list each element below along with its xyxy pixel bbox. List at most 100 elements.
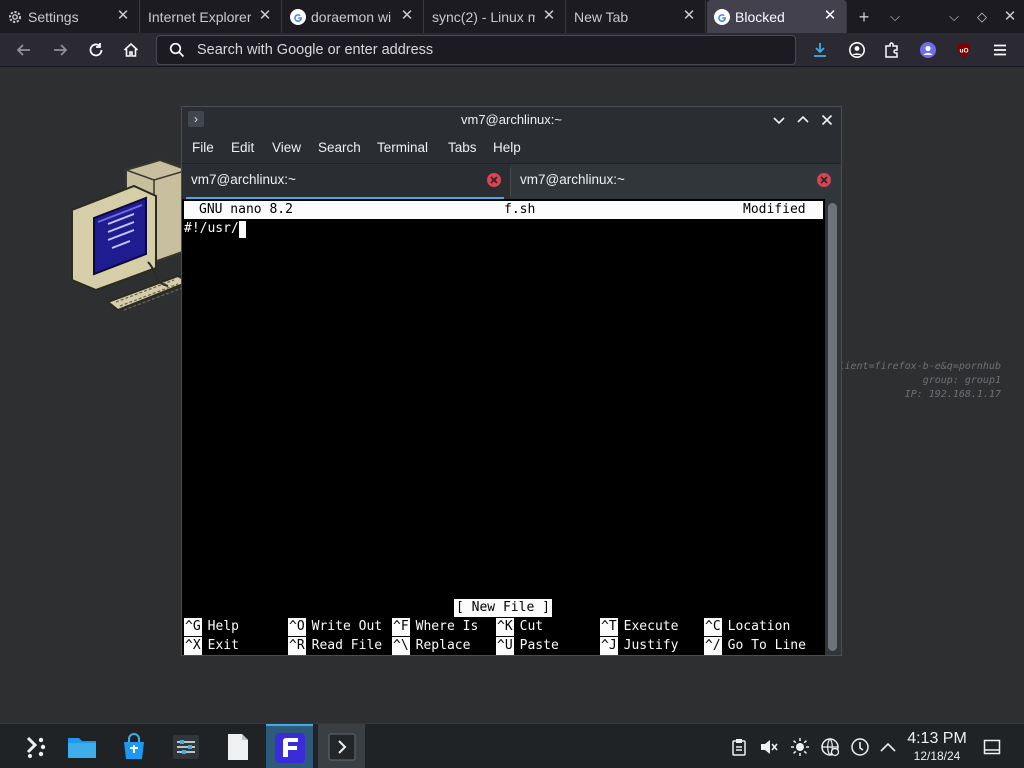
reload-icon[interactable] [84,38,108,62]
menu-terminal[interactable]: Terminal [377,140,428,155]
window-title: vm7@archlinux:~ [461,112,562,127]
profile-extension-icon[interactable] [916,38,940,62]
tab-title: New Tab [574,8,629,25]
tab-title: Blocked [735,8,785,25]
konsole-menubar: File Edit View Search Terminal Tabs Help [182,133,841,163]
firefox-task-icon[interactable] [266,724,313,768]
taskbar: 4:13 PM 12/18/24 [0,723,1024,768]
digital-clock[interactable]: 4:13 PM 12/18/24 [902,730,972,764]
menu-edit[interactable]: Edit [231,140,254,155]
dolphin-folder-icon[interactable] [58,724,105,768]
tray-expand-chevron-icon[interactable] [878,737,898,757]
tab-title: sync(2) - Linux m [432,8,535,25]
extensions-puzzle-icon[interactable] [880,38,904,62]
url-input[interactable] [197,42,777,58]
scrollbar-thumb[interactable] [828,203,837,651]
nano-status-message: [ New File ] [454,599,552,617]
discover-store-icon[interactable] [110,724,157,768]
konsole-tab-2[interactable]: vm7@archlinux:~ [511,164,841,199]
shortcut-location: ^C Location [704,618,791,636]
browser-tab-doraemon[interactable]: doraemon wi ✕ [283,0,424,33]
konsole-tab-bar: vm7@archlinux:~ vm7@archlinux:~ [182,163,841,199]
google-icon [290,8,306,25]
svg-text:uO: uO [959,48,968,55]
close-window-icon[interactable] [817,110,837,130]
browser-nav-bar: uO [0,33,1024,67]
shortcut-justify: ^J Justify [600,637,679,655]
browser-tab-strip: Settings ✕ Internet Explorer ✕ doraemon … [0,0,1024,33]
terminal-scrollbar[interactable] [825,199,841,655]
konsole-window: › vm7@archlinux:~ File Edit View Search … [181,106,842,656]
url-bar[interactable] [156,35,796,65]
app-launcher-icon[interactable] [11,724,58,768]
nano-version: GNU nano 8.2 [199,202,293,217]
menu-help[interactable]: Help [493,140,521,155]
show-desktop-icon[interactable] [982,737,1002,757]
list-tabs-chevron-icon[interactable]: ⌵ [885,7,905,27]
forward-arrow-icon[interactable] [48,38,72,62]
close-tab-icon[interactable]: ✕ [822,8,838,24]
browser-tab-internet-explorer[interactable]: Internet Explorer ✕ [141,0,282,33]
konsole-tab-label: vm7@archlinux:~ [191,172,296,187]
close-tab-icon[interactable]: ✕ [681,8,697,24]
shortcut-exit: ^X Exit [184,637,239,655]
gear-icon [7,9,23,25]
text-editor-icon[interactable] [214,724,261,768]
clipboard-icon[interactable] [729,737,749,757]
new-tab-plus-icon[interactable]: + [854,7,874,27]
shortcut-write-out: ^O Write Out [288,618,383,636]
network-icon[interactable] [820,737,840,757]
browser-tab-blocked[interactable]: Blocked ✕ [707,0,847,33]
tab-title: Internet Explorer [148,8,251,25]
shortcut-go-to-line: ^/Go To Line [704,637,806,655]
hamburger-menu-icon[interactable] [988,38,1012,62]
menu-file[interactable]: File [192,140,214,155]
info-ip-line: IP: 192.168.1.17 [904,389,1001,400]
maximize-chevron-icon[interactable] [793,110,813,130]
clock-date: 12/18/24 [913,749,961,763]
menu-view[interactable]: View [272,140,301,155]
restore-diamond-icon[interactable]: ◇ [972,7,992,27]
search-icon [157,42,197,58]
close-tab-icon[interactable] [817,173,831,187]
back-arrow-icon[interactable] [12,38,36,62]
shortcut-paste: ^U Paste [496,637,559,655]
menu-tabs[interactable]: Tabs [448,140,477,155]
system-settings-icon[interactable] [162,724,209,768]
info-group-line: group: group1 [922,375,1001,386]
updates-icon[interactable] [850,737,870,757]
ublock-origin-icon[interactable]: uO [952,38,976,62]
google-icon [714,8,730,25]
nano-filename: f.sh [504,202,536,217]
close-tab-icon[interactable]: ✕ [257,8,273,24]
browser-tab-new-tab[interactable]: New Tab ✕ [567,0,706,33]
nano-header-bar: GNU nano 8.2 f.sh Modified [184,201,823,219]
close-tab-icon[interactable]: ✕ [399,8,415,24]
desktop-info-overlay: lient=firefox-b-e&q=pornhub group: group… [838,360,1001,402]
minimize-chevron-icon[interactable]: ⌵ [944,7,964,27]
terminal-area[interactable]: GNU nano 8.2 f.sh Modified #!/usr/ [ New… [182,199,825,655]
close-tab-icon[interactable]: ✕ [115,8,131,24]
close-tab-icon[interactable]: ✕ [541,8,557,24]
konsole-titlebar[interactable]: › vm7@archlinux:~ [182,107,841,133]
close-window-icon[interactable]: ✕ [1000,7,1020,27]
close-tab-icon[interactable] [487,173,501,187]
konsole-tab-1[interactable]: vm7@archlinux:~ [182,164,510,199]
browser-tab-sync[interactable]: sync(2) - Linux m ✕ [425,0,566,33]
volume-muted-icon[interactable] [759,737,779,757]
shortcut-replace: ^\ Replace [392,637,471,655]
browser-tab-settings[interactable]: Settings ✕ [0,0,140,33]
minimize-chevron-icon[interactable] [769,110,789,130]
text-cursor [238,221,246,238]
konsole-task-icon[interactable] [318,724,365,768]
account-icon[interactable] [845,38,869,62]
shortcut-cut: ^K Cut [496,618,544,636]
home-icon[interactable] [119,38,143,62]
desktop-computer-image [68,152,191,327]
shortcut-where-is: ^F Where Is [392,618,479,636]
brightness-icon[interactable] [790,737,810,757]
download-icon[interactable] [808,38,832,62]
nano-content-line[interactable]: #!/usr/ [184,220,246,238]
shortcut-read-file: ^R Read File [288,637,383,655]
menu-search[interactable]: Search [318,140,361,155]
